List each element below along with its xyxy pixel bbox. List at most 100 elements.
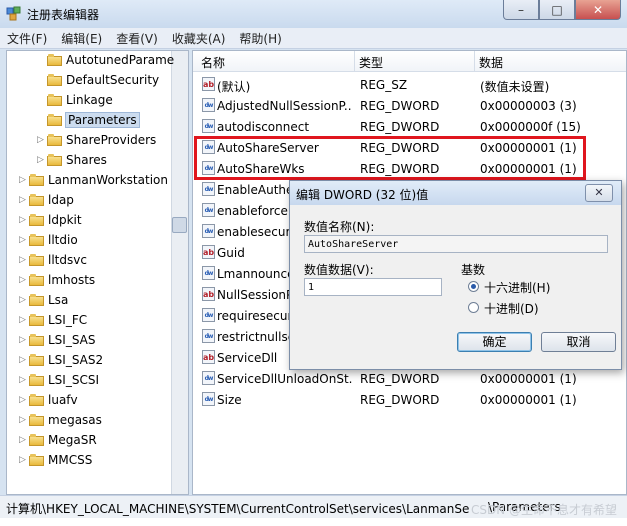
expand-arrow-icon[interactable]: ▷ [19, 315, 29, 325]
folder-icon [29, 454, 44, 466]
window-title: 注册表编辑器 [27, 8, 100, 22]
tree-item[interactable]: ▷ lltdio [19, 230, 78, 250]
folder-icon [29, 354, 44, 366]
menu-help[interactable]: 帮助(H) [232, 28, 288, 48]
tree-item-label: luafv [48, 393, 78, 407]
folder-icon [29, 434, 44, 446]
menu-favorites[interactable]: 收藏夹(A) [165, 28, 233, 48]
tree-item[interactable]: ▷ Lsa [19, 290, 68, 310]
tree-item[interactable]: ▷ ldap [19, 190, 74, 210]
tree-item-label: LanmanWorkstation [48, 173, 168, 187]
value-name: Guid [217, 246, 245, 260]
tree-item-label: LSI_SCSI [48, 373, 99, 387]
expand-arrow-icon[interactable]: ▷ [19, 235, 29, 245]
tree-item[interactable]: ▷ LSI_FC [19, 310, 87, 330]
column-divider[interactable] [474, 51, 475, 71]
binary-value-icon: dw [202, 119, 215, 133]
ok-button[interactable]: 确定 [457, 332, 532, 352]
value-type: REG_DWORD [360, 120, 440, 134]
close-button[interactable]: ✕ [575, 0, 621, 20]
expand-arrow-icon[interactable]: ▷ [19, 215, 29, 225]
tree-item[interactable]: ▷ Shares [37, 150, 107, 170]
value-name: enablesecur [217, 225, 291, 239]
title-bar[interactable]: 注册表编辑器 – □ ✕ [0, 0, 627, 28]
expand-arrow-icon[interactable]: ▷ [19, 375, 29, 385]
watermark: CSDN @生命不息才有希望 [470, 503, 617, 517]
expand-arrow-icon[interactable]: ▷ [19, 455, 29, 465]
folder-icon [29, 414, 44, 426]
tree-item[interactable]: ▷ MegaSR [19, 430, 97, 450]
expand-arrow-icon[interactable]: ▷ [19, 335, 29, 345]
tree-item[interactable]: Linkage [37, 90, 113, 110]
binary-value-icon: dw [202, 203, 215, 217]
tree-item[interactable]: ▷ lmhosts [19, 270, 95, 290]
value-row[interactable]: dw ServiceDllUnloadOnSt... REG_DWORD 0x0000… [193, 368, 626, 389]
expand-arrow-icon[interactable]: ▷ [19, 355, 29, 365]
tree-item[interactable]: ▷ LanmanWorkstation [19, 170, 168, 190]
column-data-header[interactable]: 数据 [479, 54, 503, 71]
tree-item[interactable]: ▷ ldpkit [19, 210, 82, 230]
menu-view[interactable]: 查看(V) [109, 28, 165, 48]
menu-edit[interactable]: 编辑(E) [54, 28, 109, 48]
tree-scrollbar[interactable] [171, 51, 188, 494]
column-divider[interactable] [354, 51, 355, 71]
cancel-button[interactable]: 取消 [541, 332, 616, 352]
hex-radio-label[interactable]: 十六进制(H) [484, 279, 550, 296]
expand-arrow-icon[interactable]: ▷ [19, 195, 29, 205]
base-label: 基数 [461, 263, 486, 277]
hex-radio[interactable] [468, 281, 479, 292]
value-name-field[interactable]: AutoShareServer [304, 235, 608, 253]
tree-item[interactable]: Parameters [37, 110, 140, 130]
tree-item[interactable]: ▷ megasas [19, 410, 102, 430]
tree-item[interactable]: ▷ LSI_SAS [19, 330, 96, 350]
tree-item[interactable]: AutotunedParame [37, 51, 174, 70]
value-row[interactable]: dw AdjustedNullSessionP... REG_DWORD 0x0000… [193, 95, 626, 116]
column-type-header[interactable]: 类型 [359, 54, 383, 71]
expand-arrow-icon[interactable]: ▷ [19, 415, 29, 425]
value-row[interactable]: dw Size REG_DWORD 0x00000001 (1) [193, 389, 626, 410]
folder-icon [47, 134, 62, 146]
folder-icon [29, 274, 44, 286]
expand-arrow-icon[interactable]: ▷ [19, 255, 29, 265]
expand-arrow-icon[interactable]: ▷ [19, 435, 29, 445]
value-data-input[interactable]: 1 [304, 278, 442, 296]
tree-item[interactable]: ▷ luafv [19, 390, 78, 410]
value-name: enableforce [217, 204, 288, 218]
value-row[interactable]: dw autodisconnect REG_DWORD 0x0000000f (15) [193, 116, 626, 137]
expand-arrow-icon[interactable]: ▷ [19, 295, 29, 305]
tree-item[interactable]: ▷ LSI_SAS2 [19, 350, 103, 370]
tree-scrollbar-thumb[interactable] [172, 217, 187, 233]
expand-arrow-icon[interactable]: ▷ [37, 135, 47, 145]
folder-icon [29, 394, 44, 406]
dec-radio-label[interactable]: 十进制(D) [484, 300, 539, 317]
expand-arrow-icon[interactable]: ▷ [37, 155, 47, 165]
value-data: (数值未设置) [480, 80, 550, 94]
registry-tree[interactable]: AutotunedParame DefaultSecurity Linkage Par… [6, 50, 189, 495]
value-row[interactable]: ab (默认) REG_SZ (数值未设置) [193, 74, 626, 95]
tree-item-label: LSI_SAS2 [48, 353, 104, 367]
tree-item[interactable]: ▷ LSI_SCSI [19, 370, 99, 390]
expand-arrow-icon[interactable]: ▷ [19, 175, 29, 185]
tree-item[interactable]: DefaultSecurity [37, 70, 159, 90]
tree-item[interactable]: ▷ MMCSS [19, 450, 92, 470]
value-name: restrictnullse [217, 330, 296, 344]
tree-item[interactable]: ▷ lltdsvc [19, 250, 87, 270]
value-name: (默认) [217, 80, 251, 94]
dialog-title-bar[interactable]: 编辑 DWORD (32 位)值 ✕ [290, 181, 621, 205]
expand-arrow-icon[interactable]: ▷ [19, 395, 29, 405]
dec-radio[interactable] [468, 302, 479, 313]
value-type: REG_DWORD [360, 393, 440, 407]
list-header: 名称 类型 数据 [193, 51, 626, 72]
column-name-header[interactable]: 名称 [201, 54, 225, 71]
expand-arrow-icon[interactable]: ▷ [19, 275, 29, 285]
maximize-button[interactable]: □ [539, 0, 575, 20]
value-name: EnableAuthe [217, 183, 294, 197]
dialog-close-button[interactable]: ✕ [585, 184, 613, 202]
value-data: 0x00000003 (3) [480, 99, 577, 113]
folder-icon [29, 314, 44, 326]
folder-icon [29, 234, 44, 246]
regedit-app-icon [6, 6, 21, 21]
tree-item[interactable]: ▷ ShareProviders [37, 130, 156, 150]
minimize-button[interactable]: – [503, 0, 539, 20]
menu-file[interactable]: 文件(F) [0, 28, 54, 48]
